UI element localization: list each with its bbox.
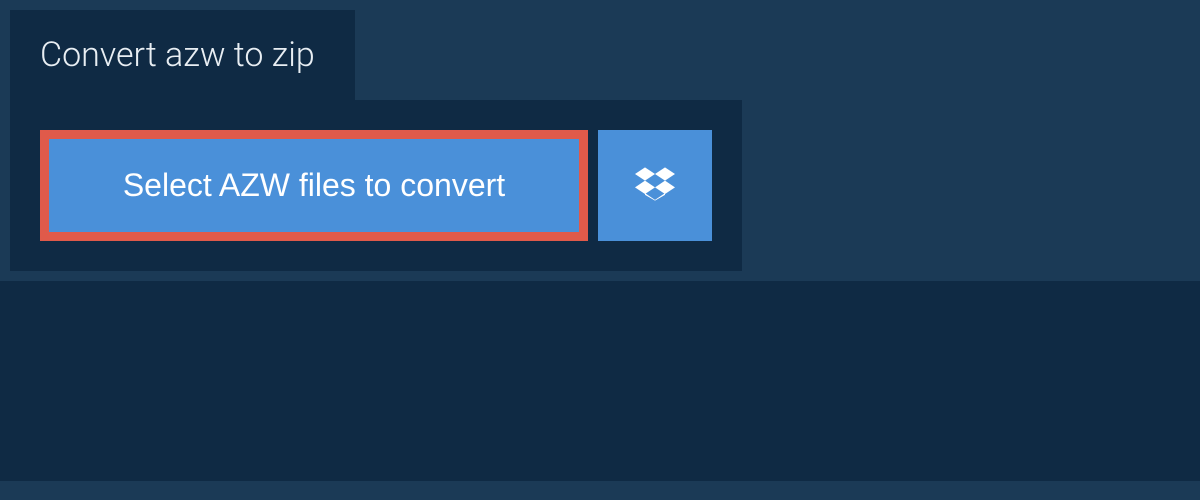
select-files-label: Select AZW files to convert [123,167,505,204]
below-panel [0,281,1200,481]
dropbox-icon [635,164,675,207]
tab-convert-azw-to-zip[interactable]: Convert azw to zip [10,10,355,100]
spacer [0,271,1200,281]
dropbox-button[interactable] [598,130,712,241]
select-files-button[interactable]: Select AZW files to convert [49,139,579,232]
tab-title: Convert azw to zip [40,35,315,75]
select-button-highlight: Select AZW files to convert [40,130,588,241]
converter-panel: Select AZW files to convert [10,100,742,271]
tab-bar: Convert azw to zip [0,0,1200,100]
